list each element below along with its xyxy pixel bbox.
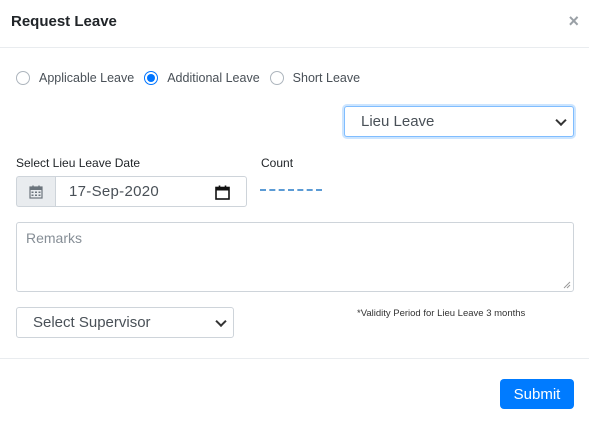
- count-placeholder-line: [260, 189, 322, 191]
- radio-short-leave[interactable]: Short Leave: [269, 71, 361, 85]
- close-icon[interactable]: ×: [568, 11, 579, 31]
- radio-label: Short Leave: [292, 71, 361, 85]
- radio-circle[interactable]: [16, 71, 30, 85]
- radio-applicable-leave[interactable]: Applicable Leave: [16, 71, 134, 85]
- remarks-placeholder: Remarks: [26, 230, 83, 246]
- date-value: 17-Sep-2020: [69, 183, 160, 200]
- date-label: Select Lieu Leave Date: [16, 156, 141, 170]
- validity-note: *Validity Period for Lieu Leave 3 months: [357, 308, 526, 319]
- date-input-group: 17-Sep-2020: [16, 176, 247, 207]
- leave-option-group: Applicable Leave Additional Leave Short …: [16, 68, 370, 88]
- radio-additional-leave[interactable]: Additional Leave: [144, 71, 260, 85]
- supervisor-select[interactable]: Select Supervisor: [16, 307, 234, 338]
- date-picker-icon[interactable]: [215, 185, 230, 204]
- resize-handle-icon[interactable]: [563, 281, 571, 289]
- date-input[interactable]: 17-Sep-2020: [55, 176, 247, 207]
- footer-divider: [0, 358, 589, 359]
- radio-label: Additional Leave: [167, 71, 260, 85]
- chevron-down-icon: [555, 114, 567, 126]
- modal-title: Request Leave: [11, 13, 117, 30]
- chevron-down-icon: [215, 315, 227, 327]
- supervisor-value: Select Supervisor: [33, 314, 151, 331]
- remarks-textarea[interactable]: Remarks: [16, 222, 574, 292]
- count-label: Count: [261, 156, 294, 170]
- radio-circle-checked[interactable]: [144, 71, 159, 85]
- radio-circle[interactable]: [269, 71, 284, 85]
- radio-label: Applicable Leave: [39, 71, 135, 85]
- leave-type-select[interactable]: Lieu Leave: [344, 106, 574, 137]
- modal-header: Request Leave ×: [0, 0, 589, 48]
- leave-type-value: Lieu Leave: [361, 113, 435, 130]
- submit-button[interactable]: Submit: [500, 379, 574, 409]
- calendar-icon: [16, 176, 55, 207]
